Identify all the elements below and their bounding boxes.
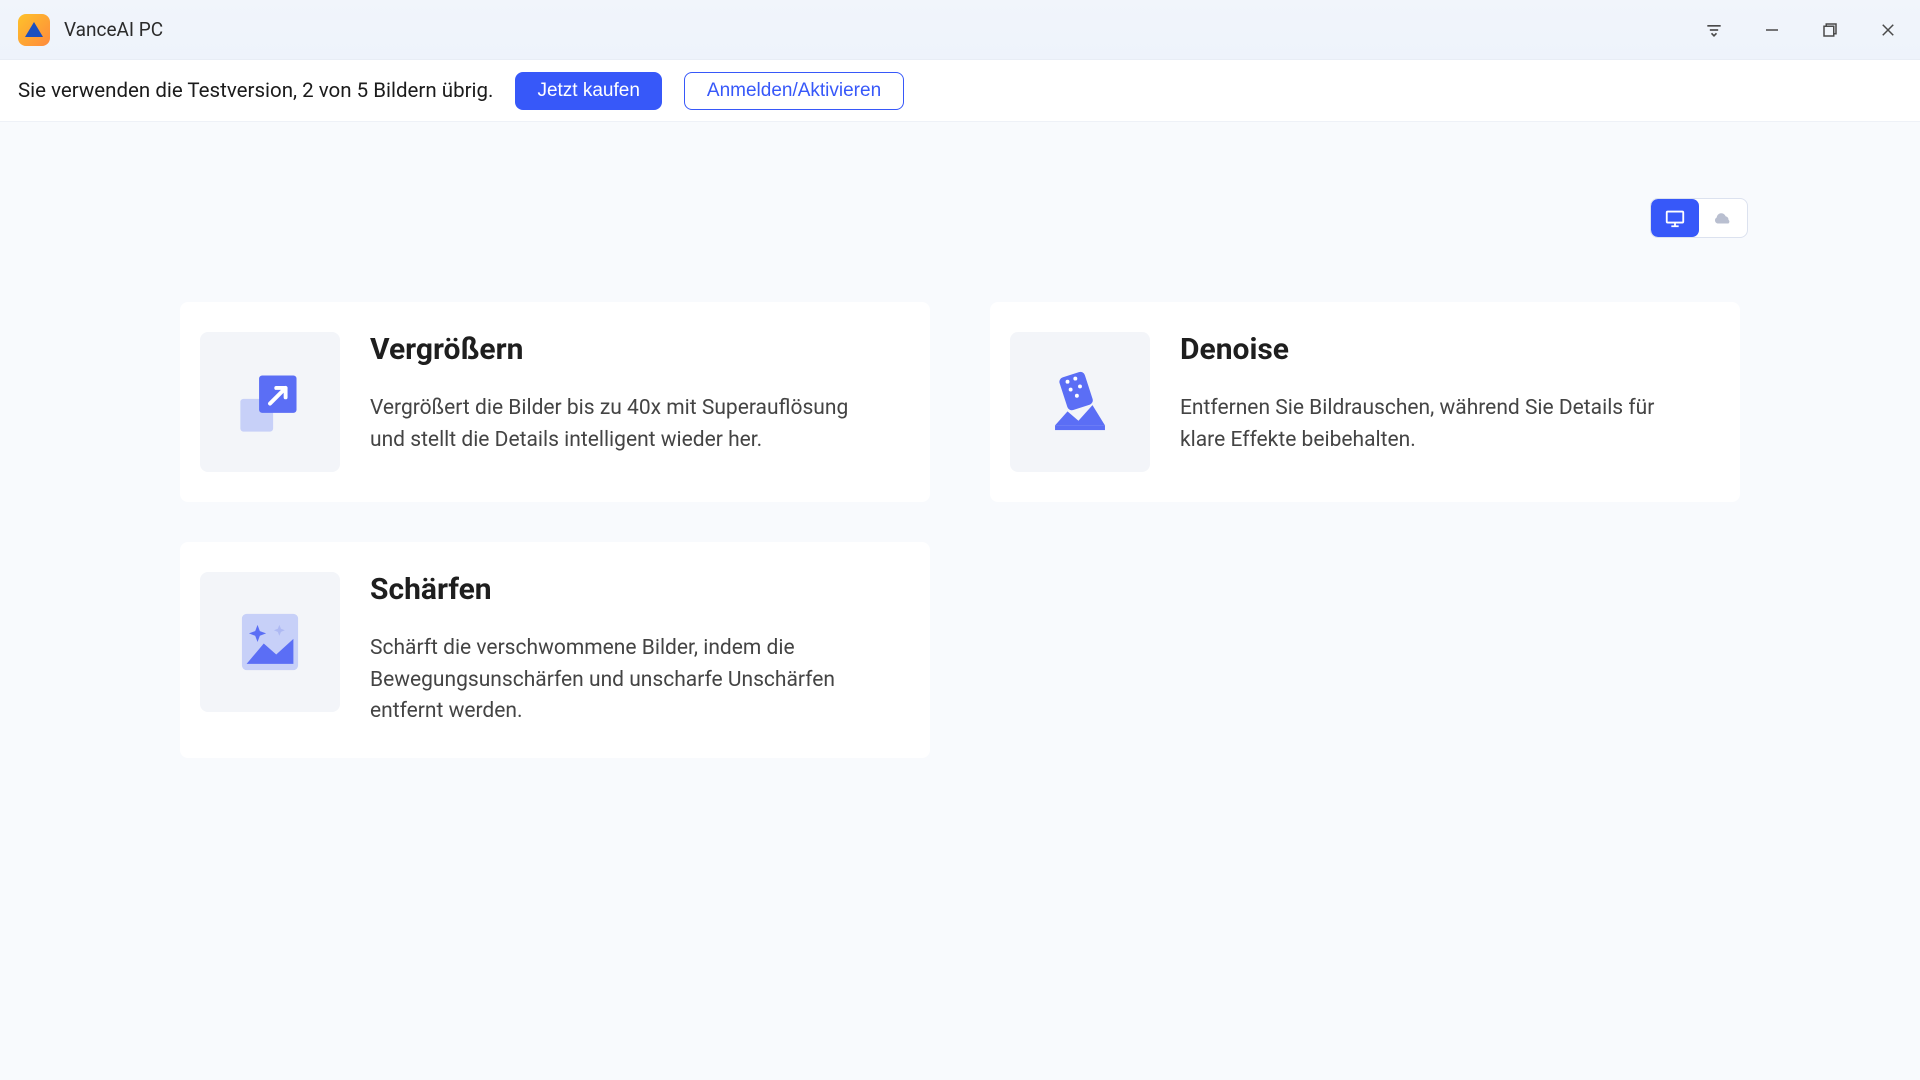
card-title: Schärfen bbox=[370, 572, 880, 607]
maximize-icon[interactable] bbox=[1816, 16, 1844, 44]
trial-status-text: Sie verwenden die Testversion, 2 von 5 B… bbox=[18, 79, 493, 103]
app-logo-icon bbox=[18, 14, 50, 46]
card-description: Schärft die verschwommene Bilder, indem … bbox=[370, 633, 880, 728]
card-title: Denoise bbox=[1180, 332, 1690, 367]
denoise-icon bbox=[1010, 332, 1150, 472]
window-controls bbox=[1700, 16, 1902, 44]
card-description: Vergrößert die Bilder bis zu 40x mit Sup… bbox=[370, 393, 880, 456]
feature-card-enlarge[interactable]: Vergrößern Vergrößert die Bilder bis zu … bbox=[180, 302, 930, 502]
feature-cards-grid: Vergrößern Vergrößert die Bilder bis zu … bbox=[180, 302, 1740, 758]
feature-card-sharpen[interactable]: Schärfen Schärft die verschwommene Bilde… bbox=[180, 542, 930, 758]
titlebar: VanceAI PC bbox=[0, 0, 1920, 60]
app-title: VanceAI PC bbox=[64, 18, 1700, 41]
main-content: Vergrößern Vergrößert die Bilder bis zu … bbox=[0, 122, 1920, 758]
local-mode-toggle[interactable] bbox=[1651, 199, 1699, 237]
enlarge-icon bbox=[200, 332, 340, 472]
feature-card-denoise[interactable]: Denoise Entfernen Sie Bildrauschen, währ… bbox=[990, 302, 1740, 502]
menu-dropdown-icon[interactable] bbox=[1700, 16, 1728, 44]
card-title: Vergrößern bbox=[370, 332, 880, 367]
view-mode-toggle bbox=[1650, 198, 1748, 238]
minimize-icon[interactable] bbox=[1758, 16, 1786, 44]
buy-now-button[interactable]: Jetzt kaufen bbox=[515, 72, 661, 110]
sharpen-icon bbox=[200, 572, 340, 712]
trial-toolbar: Sie verwenden die Testversion, 2 von 5 B… bbox=[0, 60, 1920, 122]
cloud-mode-toggle[interactable] bbox=[1699, 199, 1747, 237]
card-description: Entfernen Sie Bildrauschen, während Sie … bbox=[1180, 393, 1690, 456]
close-icon[interactable] bbox=[1874, 16, 1902, 44]
signin-activate-button[interactable]: Anmelden/Aktivieren bbox=[684, 72, 904, 110]
